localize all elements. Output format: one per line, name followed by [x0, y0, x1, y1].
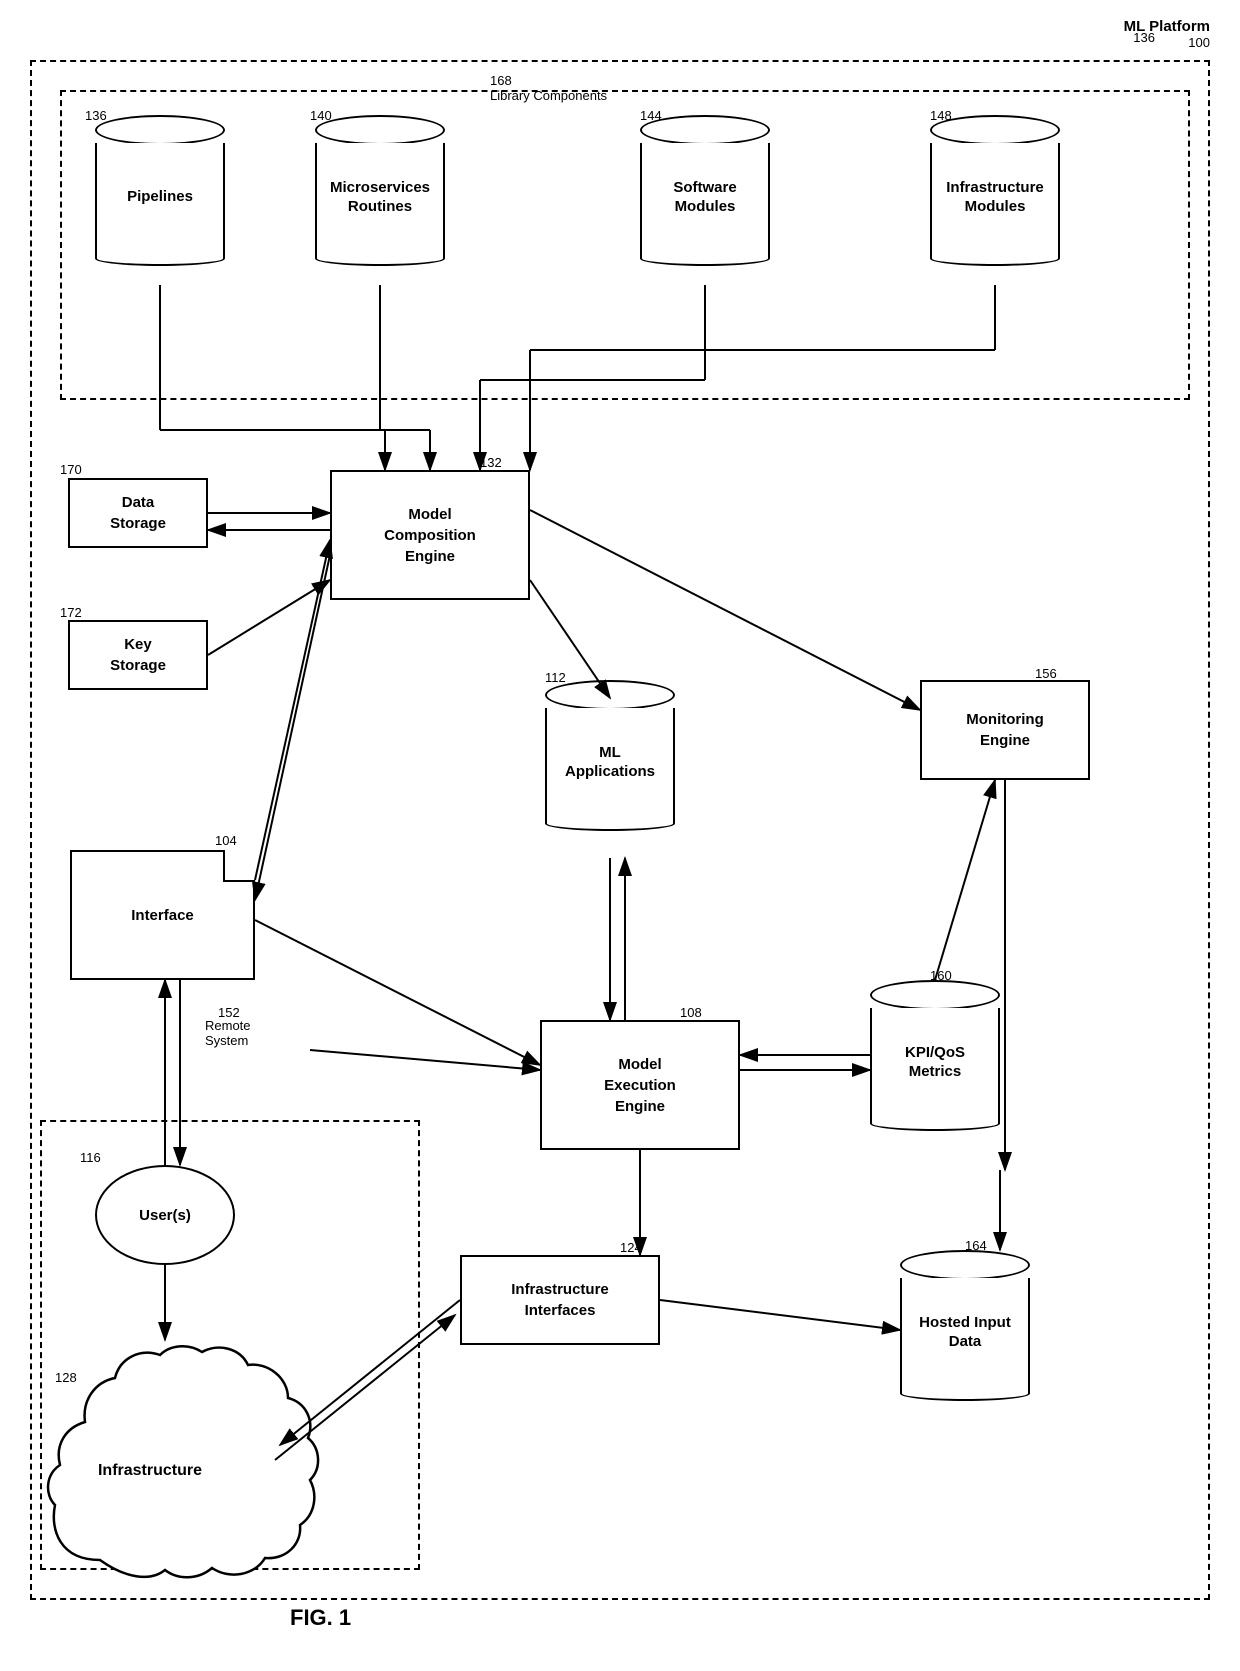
- microservices-body: MicroservicesRoutines: [315, 143, 445, 253]
- software-modules-body: SoftwareModules: [640, 143, 770, 253]
- ml-platform-num: 100: [1188, 35, 1210, 50]
- microservices-cylinder: MicroservicesRoutines: [315, 115, 445, 266]
- kpi-cylinder: KPI/QoSMetrics: [870, 980, 1000, 1131]
- kpi-body: KPI/QoSMetrics: [870, 1008, 1000, 1118]
- hosted-bottom: [900, 1386, 1030, 1401]
- kpi-ref: 160: [930, 968, 952, 983]
- remote-system-label: RemoteSystem: [205, 1018, 251, 1048]
- library-label: Library Components: [490, 88, 607, 103]
- data-storage-ref: 170: [60, 462, 82, 477]
- software-modules-bottom: [640, 251, 770, 266]
- infra-interfaces-ref: 124: [620, 1240, 642, 1255]
- interface-box: Interface: [70, 850, 255, 980]
- key-storage-box: KeyStorage: [68, 620, 208, 690]
- svg-text:Infrastructure: Infrastructure: [98, 1462, 202, 1479]
- fig-caption: FIG. 1: [290, 1605, 351, 1631]
- kpi-bottom: [870, 1116, 1000, 1131]
- infrastructure-interfaces-box: InfrastructureInterfaces: [460, 1255, 660, 1345]
- software-modules-ref: 144: [640, 108, 662, 123]
- infra-modules-bottom: [930, 251, 1060, 266]
- ml-applications-cylinder: MLApplications: [545, 680, 675, 831]
- microservices-ref: 140: [310, 108, 332, 123]
- hosted-top: [900, 1250, 1030, 1280]
- pipelines-ref: 136: [85, 108, 107, 123]
- infra-modules-ref: 148: [930, 108, 952, 123]
- infrastructure-blob: Infrastructure: [40, 1340, 320, 1580]
- pipelines-top: [95, 115, 225, 145]
- data-storage-box: DataStorage: [68, 478, 208, 548]
- library-ref: 168: [490, 73, 512, 88]
- kpi-top: [870, 980, 1000, 1010]
- users-circle: User(s): [95, 1165, 235, 1265]
- model-composition-box: ModelCompositionEngine: [330, 470, 530, 600]
- microservices-bottom: [315, 251, 445, 266]
- diagram: 136 ML Platform 100 168 Library Componen…: [0, 0, 1240, 1671]
- interface-ref: 104: [215, 833, 237, 848]
- ml-apps-body: MLApplications: [545, 708, 675, 818]
- infrastructure-modules-cylinder: InfrastructureModules: [930, 115, 1060, 266]
- infra-modules-body: InfrastructureModules: [930, 143, 1060, 253]
- pipelines-bottom: [95, 251, 225, 266]
- key-storage-ref: 172: [60, 605, 82, 620]
- monitoring-ref: 156: [1035, 666, 1057, 681]
- hosted-body: Hosted InputData: [900, 1278, 1030, 1388]
- hosted-input-cylinder: Hosted InputData: [900, 1250, 1030, 1401]
- microservices-top: [315, 115, 445, 145]
- monitoring-engine-box: MonitoringEngine: [920, 680, 1090, 780]
- pipelines-cylinder: Pipelines: [95, 115, 225, 266]
- model-composition-ref: 132: [480, 455, 502, 470]
- model-execution-ref: 108: [680, 1005, 702, 1020]
- pipelines-body: Pipelines: [95, 143, 225, 253]
- ml-apps-bottom: [545, 816, 675, 831]
- hosted-ref: 164: [965, 1238, 987, 1253]
- model-execution-box: ModelExecutionEngine: [540, 1020, 740, 1150]
- users-ref: 116: [80, 1150, 101, 1165]
- ml-platform-label: ML Platform: [1124, 18, 1210, 35]
- ml-apps-ref: 112: [545, 670, 566, 685]
- software-modules-cylinder: SoftwareModules: [640, 115, 770, 266]
